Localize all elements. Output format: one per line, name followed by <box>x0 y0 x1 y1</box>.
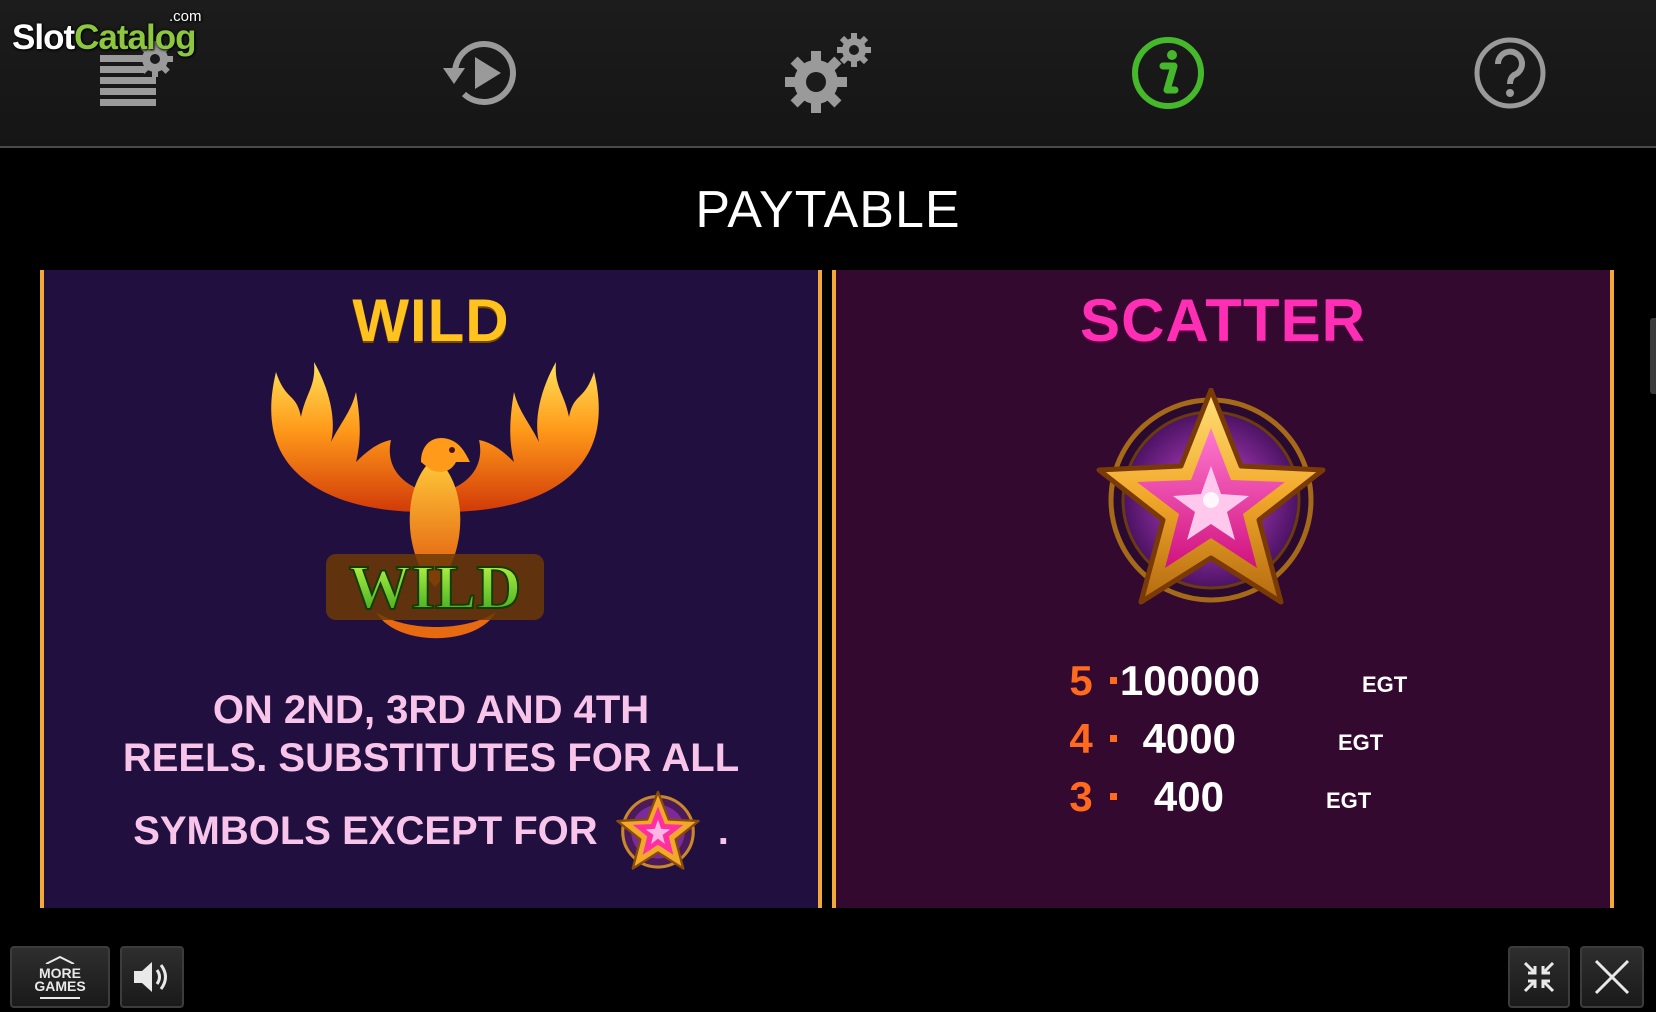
pay-separator-dot <box>1110 735 1117 742</box>
top-toolbar <box>0 0 1656 148</box>
scatter-star-icon <box>615 790 700 870</box>
more-games-button[interactable]: MORE GAMES <box>10 946 110 1008</box>
replay-icon <box>443 41 516 105</box>
more-games-label-line2: GAMES <box>34 977 86 994</box>
scatter-pay-row: 5 100000 EGT <box>836 656 1610 706</box>
pay-unit: EGT <box>1338 730 1384 755</box>
settings-gears-icon <box>785 33 871 113</box>
wild-panel: WILD WILD ON 2ND, 3RD AND 4TH REELS. SUB… <box>40 270 822 908</box>
speaker-icon <box>134 962 167 992</box>
scatter-panel: SCATTER 5 100000 EGT 4 4000 EGT 3 400 EG… <box>832 270 1614 908</box>
phoenix-wild-symbol: WILD <box>271 362 599 639</box>
scatter-star-symbol <box>1096 388 1326 605</box>
info-button[interactable] <box>1118 28 1218 118</box>
scroll-handle[interactable] <box>1650 318 1656 394</box>
pay-count: 5 <box>1069 657 1093 704</box>
pay-unit: EGT <box>1326 788 1372 813</box>
pay-count: 3 <box>1069 773 1093 820</box>
pay-amount: 100000 <box>1119 657 1260 704</box>
settings-button[interactable] <box>778 28 878 118</box>
help-icon <box>1474 37 1546 109</box>
pay-separator-dot <box>1110 793 1117 800</box>
pay-amount: 4000 <box>1142 715 1236 762</box>
wild-title: WILD <box>352 287 510 354</box>
scatter-title: SCATTER <box>1080 287 1366 354</box>
wild-description: ON 2ND, 3RD AND 4TH REELS. SUBSTITUTES F… <box>44 686 818 874</box>
slotcatalog-logo: Slot Catalog .com <box>12 8 202 57</box>
pay-count: 4 <box>1069 715 1093 762</box>
scatter-pay-row: 4 4000 EGT <box>836 714 1610 764</box>
scatter-pay-row: 3 400 EGT <box>836 772 1610 822</box>
collapse-arrows-icon <box>1523 961 1555 993</box>
paytable-heading: PAYTABLE <box>695 181 961 239</box>
help-button[interactable] <box>1460 28 1560 118</box>
close-icon <box>1594 959 1630 995</box>
replay-button[interactable] <box>434 28 534 118</box>
collapse-button[interactable] <box>1508 946 1570 1008</box>
wild-description-line3-text: SYMBOLS EXCEPT FOR <box>133 809 598 853</box>
paytable-screen: Slot Catalog .com PAYTABLE WILD WILD ON … <box>0 0 1656 1012</box>
pay-amount: 400 <box>1153 773 1224 820</box>
pay-unit: EGT <box>1362 672 1408 697</box>
house-roof-icon <box>45 955 75 964</box>
wild-description-end: . <box>717 809 729 853</box>
sound-button[interactable] <box>120 946 184 1008</box>
wild-description-line1: ON 2ND, 3RD AND 4TH <box>212 688 650 732</box>
pay-separator-dot <box>1110 677 1117 684</box>
close-button[interactable] <box>1580 946 1644 1008</box>
wild-description-line2: REELS. SUBSTITUTES FOR ALL <box>122 736 740 780</box>
wild-description-line3: SYMBOLS EXCEPT FOR . <box>44 788 818 874</box>
info-icon <box>1132 37 1204 109</box>
more-games-underline <box>40 996 80 999</box>
wild-symbol-label: WILD <box>349 554 521 622</box>
